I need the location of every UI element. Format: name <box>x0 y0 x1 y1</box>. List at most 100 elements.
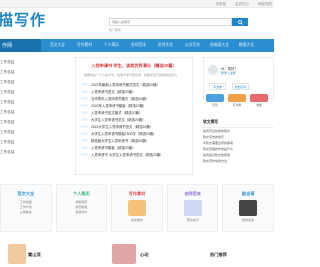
list-item-label: 大学生入党申请书模板1500字（精选20篇） <box>91 132 157 136</box>
list-item[interactable]: 入党申请书 大学生入党申请书范文（精选20篇） <box>76 151 192 158</box>
signin-shortcut[interactable]: 签到 <box>206 94 224 107</box>
feature-desc: 我要的是一个人的才华，如果才学不能实现，就要靠自己的勤奋和努力 <box>84 73 178 77</box>
card-line[interactable]: 自我评价 <box>57 210 107 215</box>
list-item-label: 入党申请书范文（精选20篇） <box>91 90 136 94</box>
site-logo[interactable]: 描写作 <box>0 9 46 30</box>
avatar[interactable] <box>208 65 218 75</box>
category-card[interactable]: 励志语 励志名言 <box>222 184 274 232</box>
side-item[interactable]: 工作总结 <box>0 97 25 107</box>
nav-item[interactable]: 公文写作 <box>179 43 206 48</box>
side-item[interactable]: 工作总结 <box>0 57 25 67</box>
card-title: 合同范本 <box>184 191 201 196</box>
side-item[interactable]: 工作总结 <box>0 67 25 77</box>
tag-icon <box>81 82 88 87</box>
list-item-label: 2022年最新入党申请书格式范文（精选20篇） <box>91 83 160 87</box>
section-title-mid: 心动 <box>140 252 149 257</box>
category-cards: 范文大全 工作总结 工作计划 心得体会 个人简历 求职简历 简历模板 自我评价 … <box>0 184 274 232</box>
nav-current[interactable]: 作网 <box>0 39 41 52</box>
list-item[interactable]: 2020年入党申请书模板（精选20篇） <box>76 102 192 109</box>
top-link-member[interactable]: 会员中心 <box>235 2 249 7</box>
search-input[interactable] <box>109 18 232 26</box>
tag-icon <box>81 145 88 150</box>
tag-icon <box>81 152 88 157</box>
side-list: 工作总结 工作总结 工作总结 工作总结 工作总结 工作总结 工作总结 工作总结 … <box>0 57 25 157</box>
list-item[interactable]: 2022大学生入党申请书范文（精选20篇） <box>76 123 192 130</box>
card-title: 个人简历 <box>73 191 90 196</box>
side-item[interactable]: 工作总结 <box>0 147 25 157</box>
nav-item[interactable]: 祝福语大全 <box>206 43 233 48</box>
list-item-label: 当代青年入党申请书格式（精选20篇） <box>91 97 150 101</box>
news-item[interactable]: 软文写作常用方法 <box>203 158 274 164</box>
shortcut-label: 写文章 <box>232 103 242 107</box>
card-title: 写作素材 <box>128 191 146 196</box>
list-item[interactable]: 精品版大学生入党申请书（精选20篇） <box>76 137 192 144</box>
category-card[interactable]: 合同范本 劳动合同 <box>166 184 219 232</box>
top-links: 手机站 会员中心 网站导航 <box>216 2 273 7</box>
nav-item[interactable]: 个人简历 <box>98 43 125 48</box>
nav-item[interactable]: 写作素材 <box>71 43 98 48</box>
side-item[interactable]: 工作总结 <box>0 117 25 127</box>
top-link-sitemap[interactable]: 网站导航 <box>258 2 272 7</box>
side-item[interactable]: 工作总结 <box>0 87 25 97</box>
list-item-label: 大学生入党申请书范文（精选20篇） <box>91 118 146 122</box>
category-card[interactable]: 个人简历 求职简历 简历模板 自我评价 <box>55 184 108 232</box>
shortcut-label: 收藏 <box>256 103 262 107</box>
list-item-label: 入党申请书 大学生入党申请书范文（精选20篇） <box>91 153 164 157</box>
fav-shortcut[interactable]: 收藏 <box>250 94 268 107</box>
pen-icon <box>228 94 246 102</box>
top-link-mobile[interactable]: 手机站 <box>216 2 227 7</box>
side-item[interactable]: 工作总结 <box>0 77 25 87</box>
list-item-label: 精品版大学生入党申请书（精选20篇） <box>91 139 150 143</box>
tag-icon <box>81 110 88 115</box>
category-card[interactable]: 写作素材 名言警句 <box>111 184 163 232</box>
list-item[interactable]: 入党申请书范文（精选20篇） <box>76 88 192 95</box>
search-button[interactable] <box>232 18 248 26</box>
page: 手机站 会员中心 网站导航 描写作 热门搜索 作网 范文大全 写作素材 个人简历… <box>0 0 274 267</box>
list-item-label: 入党申请书模板（精选20篇） <box>91 146 136 150</box>
category-card[interactable]: 范文大全 工作总结 工作计划 心得体会 <box>0 184 52 232</box>
tag-icon <box>81 96 88 101</box>
write-button[interactable]: 写文章 <box>209 83 226 90</box>
card-line[interactable]: 心得体会 <box>1 210 51 215</box>
nav-item[interactable]: 优秀作文 <box>152 43 179 48</box>
tag-icon <box>81 103 88 108</box>
card-title: 励志语 <box>241 191 255 196</box>
thumbnail-image[interactable] <box>112 244 136 264</box>
card-title: 范文大全 <box>17 191 35 196</box>
user-panel <box>203 57 274 99</box>
nav-item[interactable]: 合同范本 <box>125 43 152 48</box>
side-item[interactable]: 工作总结 <box>0 107 25 117</box>
tag-icon <box>81 131 88 136</box>
feature-list: 2022年最新入党申请书格式范文（精选20篇） 入党申请书范文（精选20篇） 当… <box>76 81 192 158</box>
star-icon <box>250 94 268 102</box>
hot-search-label: 热门搜索 <box>109 28 122 32</box>
space-button[interactable]: 我的空间 <box>232 83 249 90</box>
nav-item[interactable]: 教案大全 <box>233 43 260 48</box>
write-shortcut[interactable]: 写文章 <box>228 94 246 107</box>
document-icon <box>183 200 202 216</box>
news-title: 软文撰写 <box>203 120 274 128</box>
list-item[interactable]: 当代青年入党申请书格式（精选20篇） <box>76 95 192 102</box>
card-line[interactable]: 劳动合同 <box>168 218 218 223</box>
card-line[interactable]: 励志名言 <box>223 218 273 223</box>
laptop-icon <box>239 200 258 216</box>
login-link[interactable]: 登录 | 注册 <box>221 71 235 75</box>
list-item[interactable]: 大学生入党申请书模板1500字（精选20篇） <box>76 130 192 137</box>
list-item-label: 2020年入党申请书模板（精选20篇） <box>91 104 147 108</box>
list-item[interactable]: 大学生入党申请书范文（精选20篇） <box>76 116 192 123</box>
nav-items: 范文大全 写作素材 个人简历 合同范本 优秀作文 公文写作 祝福语大全 教案大全 <box>44 39 260 52</box>
side-item[interactable]: 工作总结 <box>0 137 25 147</box>
nav-item[interactable]: 范文大全 <box>44 43 71 48</box>
list-item[interactable]: 2022年最新入党申请书格式范文（精选20篇） <box>76 81 192 88</box>
list-item[interactable]: 入党申请书范文格式（精选20篇） <box>76 109 192 116</box>
list-item[interactable]: 入党申请书模板（精选20篇） <box>76 144 192 151</box>
book-icon <box>127 200 146 216</box>
card-line[interactable]: 名言警句 <box>112 218 162 223</box>
signin-icon <box>206 94 224 102</box>
feature-headline[interactable]: 入党申请书 学生，该类优秀满分（精选20篇） <box>76 63 192 69</box>
list-item-label: 入党申请书范文格式（精选20篇） <box>91 111 143 115</box>
list-item-label: 2022大学生入党申请书范文（精选20篇） <box>91 125 154 129</box>
user-icons: 签到 写文章 收藏 <box>206 94 268 107</box>
side-item[interactable]: 工作总结 <box>0 127 25 137</box>
thumbnail-image[interactable] <box>8 244 26 264</box>
